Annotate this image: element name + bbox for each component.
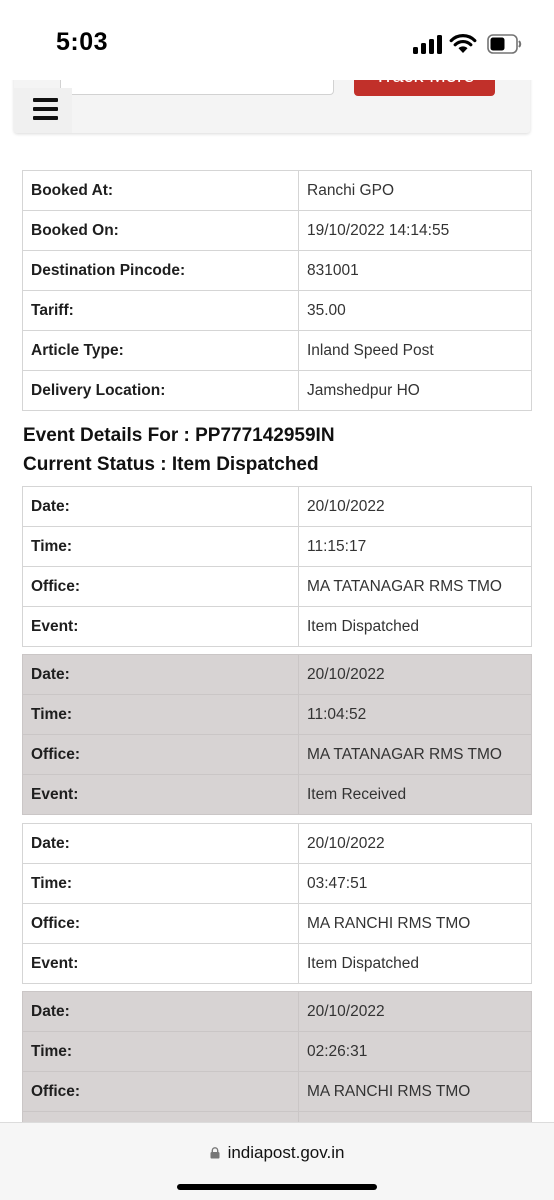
event-value-event: Item Dispatched (298, 943, 532, 984)
booking-value: 19/10/2022 14:14:55 (298, 210, 532, 251)
event-row-date: Date: 20/10/2022 (22, 654, 532, 695)
event-row-time: Time: 03:47:51 (22, 863, 532, 904)
event-row-time: Time: 11:15:17 (22, 526, 532, 567)
event-value-office: MA TATANAGAR RMS TMO (298, 566, 532, 607)
event-label: Date: (22, 823, 299, 864)
booking-label: Delivery Location: (22, 370, 299, 411)
booking-row: Tariff: 35.00 (22, 290, 532, 331)
booking-row: Booked On: 19/10/2022 14:14:55 (22, 210, 532, 251)
event-label: Office: (22, 566, 299, 607)
event-value-date: 20/10/2022 (298, 654, 532, 695)
booking-value: Ranchi GPO (298, 170, 532, 211)
event-table: Date: 20/10/2022 Time: 11:15:17 Office: MA TA… (22, 486, 532, 647)
booking-label: Destination Pincode: (22, 250, 299, 291)
booking-details-table: Booked At: Ranchi GPO Booked On: 19/10/2022… (22, 170, 532, 411)
event-table: Date: 20/10/2022 Time: 03:47:51 Office: MA RA… (22, 823, 532, 984)
event-row-time: Time: 11:04:52 (22, 694, 532, 735)
url-text: indiapost.gov.in (227, 1143, 345, 1162)
event-details-heading: Event Details For : PP777142959IN (23, 425, 335, 446)
event-label: Date: (22, 654, 299, 695)
event-label: Event: (22, 606, 299, 647)
event-value-event: Item Dispatched (298, 606, 532, 647)
booking-row: Article Type: Inland Speed Post (22, 330, 532, 371)
wifi-icon (449, 34, 477, 53)
booking-label: Booked At: (22, 170, 299, 211)
address-bar[interactable]: indiapost.gov.in (0, 1143, 554, 1163)
booking-label: Booked On: (22, 210, 299, 251)
event-value-date: 20/10/2022 (298, 991, 532, 1032)
event-label: Time: (22, 1031, 299, 1072)
booking-label: Tariff: (22, 290, 299, 331)
event-label: Office: (22, 734, 299, 775)
event-value-office: MA RANCHI RMS TMO (298, 903, 532, 944)
event-label: Event: (22, 774, 299, 815)
event-row-office: Office: MA TATANAGAR RMS TMO (22, 734, 532, 775)
event-row-office: Office: MA RANCHI RMS TMO (22, 903, 532, 944)
event-label: Date: (22, 991, 299, 1032)
battery-icon (487, 34, 522, 54)
event-label: Time: (22, 526, 299, 567)
event-row-event: Event: Item Dispatched (22, 606, 532, 647)
current-status-heading: Current Status : Item Dispatched (23, 454, 319, 475)
event-label: Date: (22, 486, 299, 527)
lock-icon (210, 1147, 220, 1159)
event-value-time: 03:47:51 (298, 863, 532, 904)
booking-row: Delivery Location: Jamshedpur HO (22, 370, 532, 411)
booking-value: 831001 (298, 250, 532, 291)
status-bar: 5:03 (0, 0, 554, 80)
booking-value: Inland Speed Post (298, 330, 532, 371)
booking-label: Article Type: (22, 330, 299, 371)
browser-bottom-bar: indiapost.gov.in (0, 1122, 554, 1200)
event-value-office: MA TATANAGAR RMS TMO (298, 734, 532, 775)
booking-row: Destination Pincode: 831001 (22, 250, 532, 291)
event-label: Time: (22, 694, 299, 735)
event-row-date: Date: 20/10/2022 (22, 823, 532, 864)
event-value-time: 11:04:52 (298, 694, 532, 735)
status-time: 5:03 (56, 28, 109, 56)
event-value-office: MA RANCHI RMS TMO (298, 1071, 532, 1112)
event-value-date: 20/10/2022 (298, 823, 532, 864)
event-row-office: Office: MA TATANAGAR RMS TMO (22, 566, 532, 607)
booking-row: Booked At: Ranchi GPO (22, 170, 532, 211)
event-label: Event: (22, 943, 299, 984)
hamburger-menu-icon[interactable] (14, 88, 72, 133)
event-value-time: 02:26:31 (298, 1031, 532, 1072)
event-value-event: Item Received (298, 774, 532, 815)
cellular-signal-icon (413, 34, 443, 54)
event-row-time: Time: 02:26:31 (22, 1031, 532, 1072)
event-row-date: Date: 20/10/2022 (22, 991, 532, 1032)
event-label: Time: (22, 863, 299, 904)
event-label: Office: (22, 903, 299, 944)
event-value-time: 11:15:17 (298, 526, 532, 567)
home-indicator[interactable] (177, 1184, 377, 1190)
event-label: Office: (22, 1071, 299, 1112)
event-row-event: Event: Item Dispatched (22, 943, 532, 984)
event-table: Date: 20/10/2022 Time: 11:04:52 Office: MA TA… (22, 654, 532, 815)
event-row-event: Event: Item Received (22, 774, 532, 815)
booking-value: Jamshedpur HO (298, 370, 532, 411)
event-row-office: Office: MA RANCHI RMS TMO (22, 1071, 532, 1112)
event-row-date: Date: 20/10/2022 (22, 486, 532, 527)
booking-value: 35.00 (298, 290, 532, 331)
event-value-date: 20/10/2022 (298, 486, 532, 527)
